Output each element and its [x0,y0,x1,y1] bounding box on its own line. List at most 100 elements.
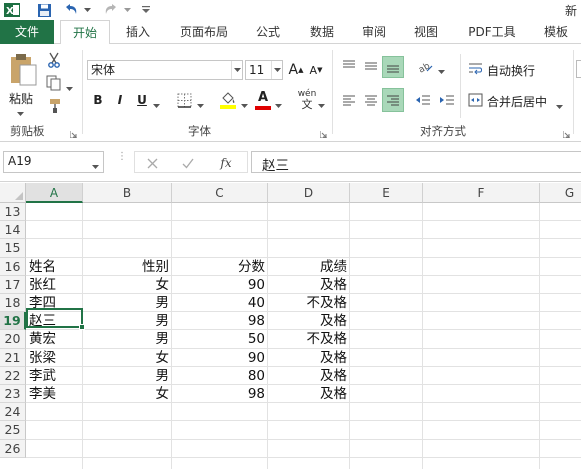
column-header-d[interactable]: D [268,183,350,203]
font-size-dropdown-icon[interactable] [271,61,282,79]
increase-indent-icon[interactable] [436,90,458,110]
font-name-dropdown-icon[interactable] [231,61,242,79]
table-cell[interactable]: 80 [172,367,268,385]
column-header-b[interactable]: B [83,183,172,203]
table-cell[interactable]: 李武 [26,367,83,385]
merge-center-icon[interactable] [466,91,484,109]
italic-button[interactable]: I [111,90,129,110]
table-cell[interactable]: 男 [83,367,172,385]
table-cell[interactable]: 及格 [268,349,350,367]
tab-page-layout[interactable]: 页面布局 [170,20,238,44]
table-cell[interactable]: 不及格 [268,294,350,312]
underline-dropdown-icon[interactable] [153,98,160,112]
table-cell[interactable]: 及格 [268,276,350,294]
alignment-launcher-icon[interactable] [562,127,570,141]
underline-button[interactable]: U [133,90,151,110]
table-cell[interactable]: 黄宏 [26,330,83,348]
name-box[interactable]: A19 [3,151,104,173]
name-box-dropdown-icon[interactable] [92,159,99,173]
tab-file[interactable]: 文件 [0,20,54,44]
align-bottom-icon[interactable] [382,56,404,78]
table-cell[interactable]: 女 [83,349,172,367]
fill-handle[interactable] [79,324,85,330]
column-header-e[interactable]: E [350,183,423,203]
insert-function-button[interactable]: fx [215,154,237,172]
table-cell[interactable]: 男 [83,294,172,312]
table-cell[interactable]: 男 [83,312,172,330]
wrap-text-icon[interactable] [466,60,484,78]
table-cell[interactable]: 98 [172,312,268,330]
align-left-icon[interactable] [338,90,360,110]
bold-button[interactable]: B [89,90,107,110]
cancel-icon[interactable] [143,154,161,172]
borders-dropdown-icon[interactable] [197,98,204,112]
clipboard-launcher-icon[interactable] [69,127,77,141]
tab-data[interactable]: 数据 [300,20,344,44]
formula-input[interactable]: 赵三 [251,151,581,174]
row-header-24[interactable]: 24 [0,403,26,422]
row-header-17[interactable]: 17 [0,275,26,294]
table-cell[interactable]: 不及格 [268,330,350,348]
row-header-20[interactable]: 20 [0,330,26,349]
table-cell[interactable]: 及格 [268,367,350,385]
merge-dropdown-icon[interactable] [556,99,563,113]
table-cell[interactable]: 张红 [26,276,83,294]
table-cell[interactable]: 50 [172,330,268,348]
grow-font-button[interactable]: A ▲ [287,60,305,80]
font-name-box[interactable]: 宋体 [87,60,243,80]
align-top-icon[interactable] [338,56,360,76]
phonetic-guide-button[interactable]: wén 文 [296,89,318,111]
table-cell[interactable]: 90 [172,349,268,367]
format-painter-icon[interactable] [44,96,64,116]
table-cell[interactable]: 张梁 [26,349,83,367]
table-header-cell[interactable]: 成绩 [268,258,350,276]
tab-pdf-tools[interactable]: PDF工具 [460,20,524,44]
tab-home[interactable]: 开始 [60,20,110,45]
wrap-text-button[interactable]: 自动换行 [487,62,535,79]
worksheet-grid[interactable]: ABCDEFG 13 14 15 16 17 18 19 20 21 22 23 24 25 26 姓名性… [0,183,581,469]
shrink-font-button[interactable]: A ▼ [307,60,325,80]
enter-icon[interactable] [179,154,197,172]
row-header-18[interactable]: 18 [0,294,26,313]
align-right-icon[interactable] [382,88,404,112]
row-header-15[interactable]: 15 [0,239,26,258]
cut-icon[interactable] [44,50,64,70]
phonetic-dropdown-icon[interactable] [318,98,325,112]
table-cell[interactable]: 女 [83,385,172,403]
copy-dropdown-icon[interactable] [66,81,73,95]
row-header-16[interactable]: 16 [0,257,26,276]
tab-view[interactable]: 视图 [404,20,448,44]
font-color-button[interactable]: A [253,88,273,112]
redo-icon[interactable] [102,1,120,19]
align-middle-icon[interactable] [360,56,382,76]
row-header-14[interactable]: 14 [0,221,26,240]
copy-icon[interactable] [44,74,64,92]
column-header-a[interactable]: A [26,183,83,203]
row-header-19[interactable]: 19 [0,312,26,331]
table-cell[interactable]: 李美 [26,385,83,403]
borders-icon[interactable] [173,90,195,110]
orientation-dropdown-icon[interactable] [438,64,445,78]
paste-dropdown-icon[interactable] [17,106,24,120]
align-center-icon[interactable] [360,90,382,110]
column-header-f[interactable]: F [423,183,540,203]
select-all-corner[interactable] [0,183,26,203]
fill-color-dropdown-icon[interactable] [241,98,248,112]
merge-center-button[interactable]: 合并后居中 [487,93,547,110]
column-header-c[interactable]: C [172,183,268,203]
row-header-25[interactable]: 25 [0,421,26,440]
fill-color-button[interactable] [217,88,239,112]
table-cell[interactable]: 女 [83,276,172,294]
paste-icon[interactable] [6,52,40,88]
tab-templates[interactable]: 模板 [534,20,578,44]
table-cell[interactable]: 98 [172,385,268,403]
customize-toolbar-icon[interactable] [140,1,152,19]
row-header-22[interactable]: 22 [0,366,26,385]
font-color-dropdown-icon[interactable] [275,98,282,112]
table-cell[interactable]: 男 [83,330,172,348]
table-header-cell[interactable]: 性别 [83,258,172,276]
table-cell[interactable]: 90 [172,276,268,294]
tab-formulas[interactable]: 公式 [246,20,290,44]
decrease-indent-icon[interactable] [412,90,434,110]
table-header-cell[interactable]: 分数 [172,258,268,276]
